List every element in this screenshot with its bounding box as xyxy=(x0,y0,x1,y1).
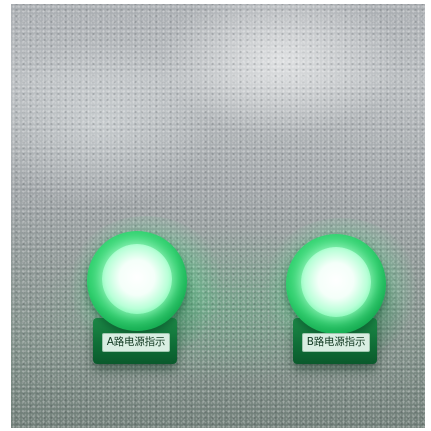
photo: A路电源指示 B路电源指示 xyxy=(0,0,431,431)
indicator-a-label: A路电源指示 xyxy=(102,333,170,352)
indicator-a-light xyxy=(102,244,172,314)
indicator-b-light xyxy=(301,247,371,317)
indicator-b-label: B路电源指示 xyxy=(302,333,370,352)
control-panel-surface: A路电源指示 B路电源指示 xyxy=(11,4,425,428)
